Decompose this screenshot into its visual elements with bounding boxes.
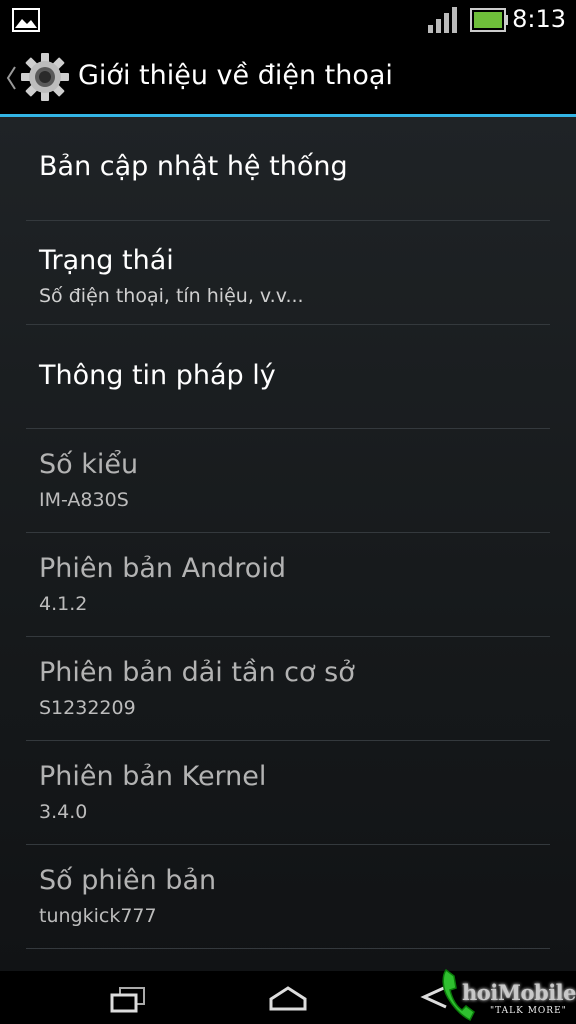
item-title: Trạng thái	[39, 245, 174, 276]
watermark-text: hoiMobile	[462, 980, 576, 1005]
item-summary: IM-A830S	[39, 489, 129, 511]
clock: 8:13	[512, 5, 566, 33]
item-title: Phiên bản dải tần cơ sở	[39, 657, 355, 688]
item-title: Thông tin pháp lý	[39, 360, 276, 391]
up-caret-icon[interactable]	[4, 64, 18, 92]
item-title: Số kiểu	[39, 449, 139, 480]
recent-apps-icon[interactable]	[110, 985, 146, 1015]
page-title: Giới thiệu về điện thoại	[78, 60, 393, 91]
list-item-kernel-version: Phiên bản Kernel 3.4.0	[26, 741, 550, 845]
gallery-notification-icon[interactable]	[12, 8, 40, 32]
list-item-baseband-version: Phiên bản dải tần cơ sở S1232209	[26, 637, 550, 741]
item-title: Phiên bản Android	[39, 553, 286, 584]
settings-list: Bản cập nhật hệ thống Trạng thái Số điện…	[0, 117, 576, 971]
list-item-model-number: Số kiểu IM-A830S	[26, 429, 550, 533]
item-summary: Số điện thoại, tín hiệu, v.v...	[39, 285, 304, 307]
item-summary: tungkick777	[39, 905, 157, 927]
battery-icon	[470, 8, 508, 32]
item-title: Bản cập nhật hệ thống	[39, 151, 348, 182]
list-item-system-update[interactable]: Bản cập nhật hệ thống	[26, 117, 550, 221]
action-bar: Giới thiệu về điện thoại	[0, 40, 576, 117]
settings-gear-icon[interactable]	[20, 52, 70, 102]
watermark: hoiMobile "TALK MORE"	[440, 966, 576, 1024]
list-item-build-number[interactable]: Số phiên bản tungkick777	[26, 845, 550, 949]
home-icon[interactable]	[268, 985, 308, 1013]
status-bar: 8:13	[0, 0, 576, 40]
list-item-legal-info[interactable]: Thông tin pháp lý	[26, 325, 550, 429]
item-summary: 4.1.2	[39, 593, 88, 615]
signal-icon	[428, 7, 457, 33]
item-title: Phiên bản Kernel	[39, 761, 267, 792]
list-item-status[interactable]: Trạng thái Số điện thoại, tín hiệu, v.v.…	[26, 221, 550, 325]
item-summary: 3.4.0	[39, 801, 88, 823]
item-title: Số phiên bản	[39, 865, 217, 896]
watermark-slogan: "TALK MORE"	[490, 1006, 567, 1016]
list-item-android-version[interactable]: Phiên bản Android 4.1.2	[26, 533, 550, 637]
item-summary: S1232209	[39, 697, 136, 719]
